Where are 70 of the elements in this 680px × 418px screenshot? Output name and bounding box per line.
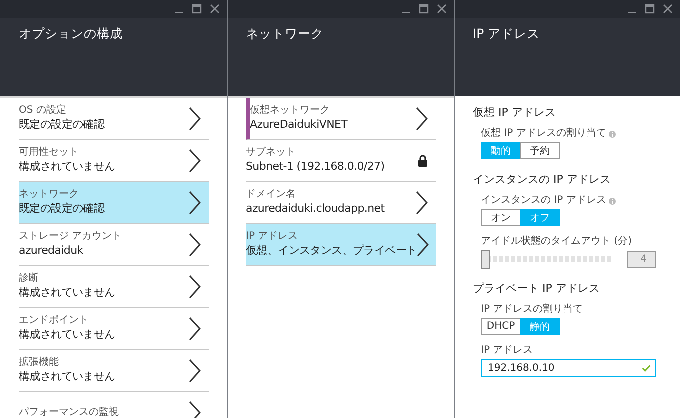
item-value: 構成されていません	[19, 159, 116, 174]
toggle-option[interactable]: 予約	[520, 142, 560, 159]
section-heading: 仮想 IP アドレス	[473, 106, 557, 120]
toggle-option[interactable]: DHCP	[481, 318, 521, 335]
list-item[interactable]: サブネット Subnet-1 (192.168.0.0/27)	[246, 140, 436, 182]
list-item[interactable]: エンドポイント 構成されていません	[19, 308, 209, 350]
item-value: azuredaiduk	[19, 243, 84, 258]
list-item[interactable]: 拡張機能 構成されていません	[19, 350, 209, 392]
list-item[interactable]: パフォーマンスの監視	[19, 392, 209, 418]
toggle-option[interactable]: オン	[481, 209, 521, 226]
item-label: ネットワーク	[19, 189, 80, 201]
slider-thumb[interactable]	[481, 250, 490, 269]
chevron-icon	[189, 148, 201, 172]
item-label: IP アドレス	[246, 231, 300, 243]
chevron-icon	[189, 358, 201, 382]
item-value: 構成されていません	[19, 369, 116, 384]
item-value: Subnet-1 (192.168.0.0/27)	[246, 159, 385, 174]
maximize-icon[interactable]	[645, 4, 655, 14]
field-label: 仮想 IP アドレスの割り当て	[481, 128, 606, 140]
info-icon	[609, 130, 616, 138]
list-item[interactable]: ストレージ アカウント azuredaiduk	[19, 224, 209, 266]
list-item[interactable]: IP アドレス 仮想、インスタンス、プライベート	[246, 224, 436, 266]
item-value: azuredaiduki.cloudapp.net	[246, 201, 385, 216]
item-value: 構成されていません	[19, 327, 116, 342]
info-icon	[609, 198, 616, 204]
maximize-icon[interactable]	[192, 4, 202, 14]
chevron-icon	[189, 232, 201, 256]
chevron-icon	[189, 316, 201, 340]
slider-value: 4	[627, 250, 656, 268]
close-icon[interactable]	[437, 4, 447, 14]
blade-title: ネットワーク	[246, 26, 325, 43]
chevron-icon	[416, 106, 428, 130]
section-heading: インスタンスの IP アドレス	[473, 173, 612, 187]
item-label: サブネット	[246, 147, 297, 159]
blade-title: オプションの構成	[19, 26, 124, 43]
field-label: アイドル状態のタイムアウト (分)	[481, 236, 632, 248]
field-label: IP アドレスの割り当て	[481, 304, 584, 316]
close-icon[interactable]	[210, 4, 220, 14]
blade-title: IP アドレス	[473, 26, 542, 43]
list-item[interactable]: OS の設定 既定の設定の確認	[19, 98, 209, 140]
lock-icon	[418, 154, 428, 166]
item-label: パフォーマンスの監視	[19, 406, 119, 418]
item-label: ドメイン名	[246, 189, 297, 201]
item-value: 構成されていません	[19, 285, 116, 300]
item-value: 仮想、インスタンス、プライベート	[246, 243, 418, 258]
list-item[interactable]: 仮想ネットワーク AzureDaidukiVNET	[246, 98, 436, 140]
item-label: 仮想ネットワーク	[250, 105, 331, 117]
item-value: 既定の設定の確認	[19, 201, 105, 216]
chevron-icon	[189, 106, 201, 130]
section-heading: プライベート IP アドレス	[473, 282, 601, 296]
chevron-icon	[189, 274, 201, 298]
item-label: 拡張機能	[19, 357, 60, 369]
item-value: 既定の設定の確認	[19, 117, 105, 132]
item-label: 診断	[19, 273, 40, 285]
item-label: ストレージ アカウント	[19, 231, 122, 243]
field-label: インスタンスの IP アドレス	[481, 195, 606, 207]
chevron-icon	[417, 232, 430, 256]
input-field[interactable]: 192.168.0.10	[481, 359, 656, 377]
list-item[interactable]: 診断 構成されていません	[19, 266, 209, 308]
close-icon[interactable]	[663, 4, 673, 14]
field-label: IP アドレス	[481, 345, 534, 357]
maximize-icon[interactable]	[419, 4, 429, 14]
chevron-icon	[416, 190, 428, 214]
item-value: AzureDaidukiVNET	[250, 117, 348, 132]
item-label: 可用性セット	[19, 147, 80, 159]
chevron-icon	[189, 400, 201, 418]
item-label: OS の設定	[19, 105, 68, 117]
item-label: エンドポイント	[19, 315, 90, 327]
list-item[interactable]: ネットワーク 既定の設定の確認	[19, 182, 209, 224]
chevron-icon	[189, 190, 201, 214]
